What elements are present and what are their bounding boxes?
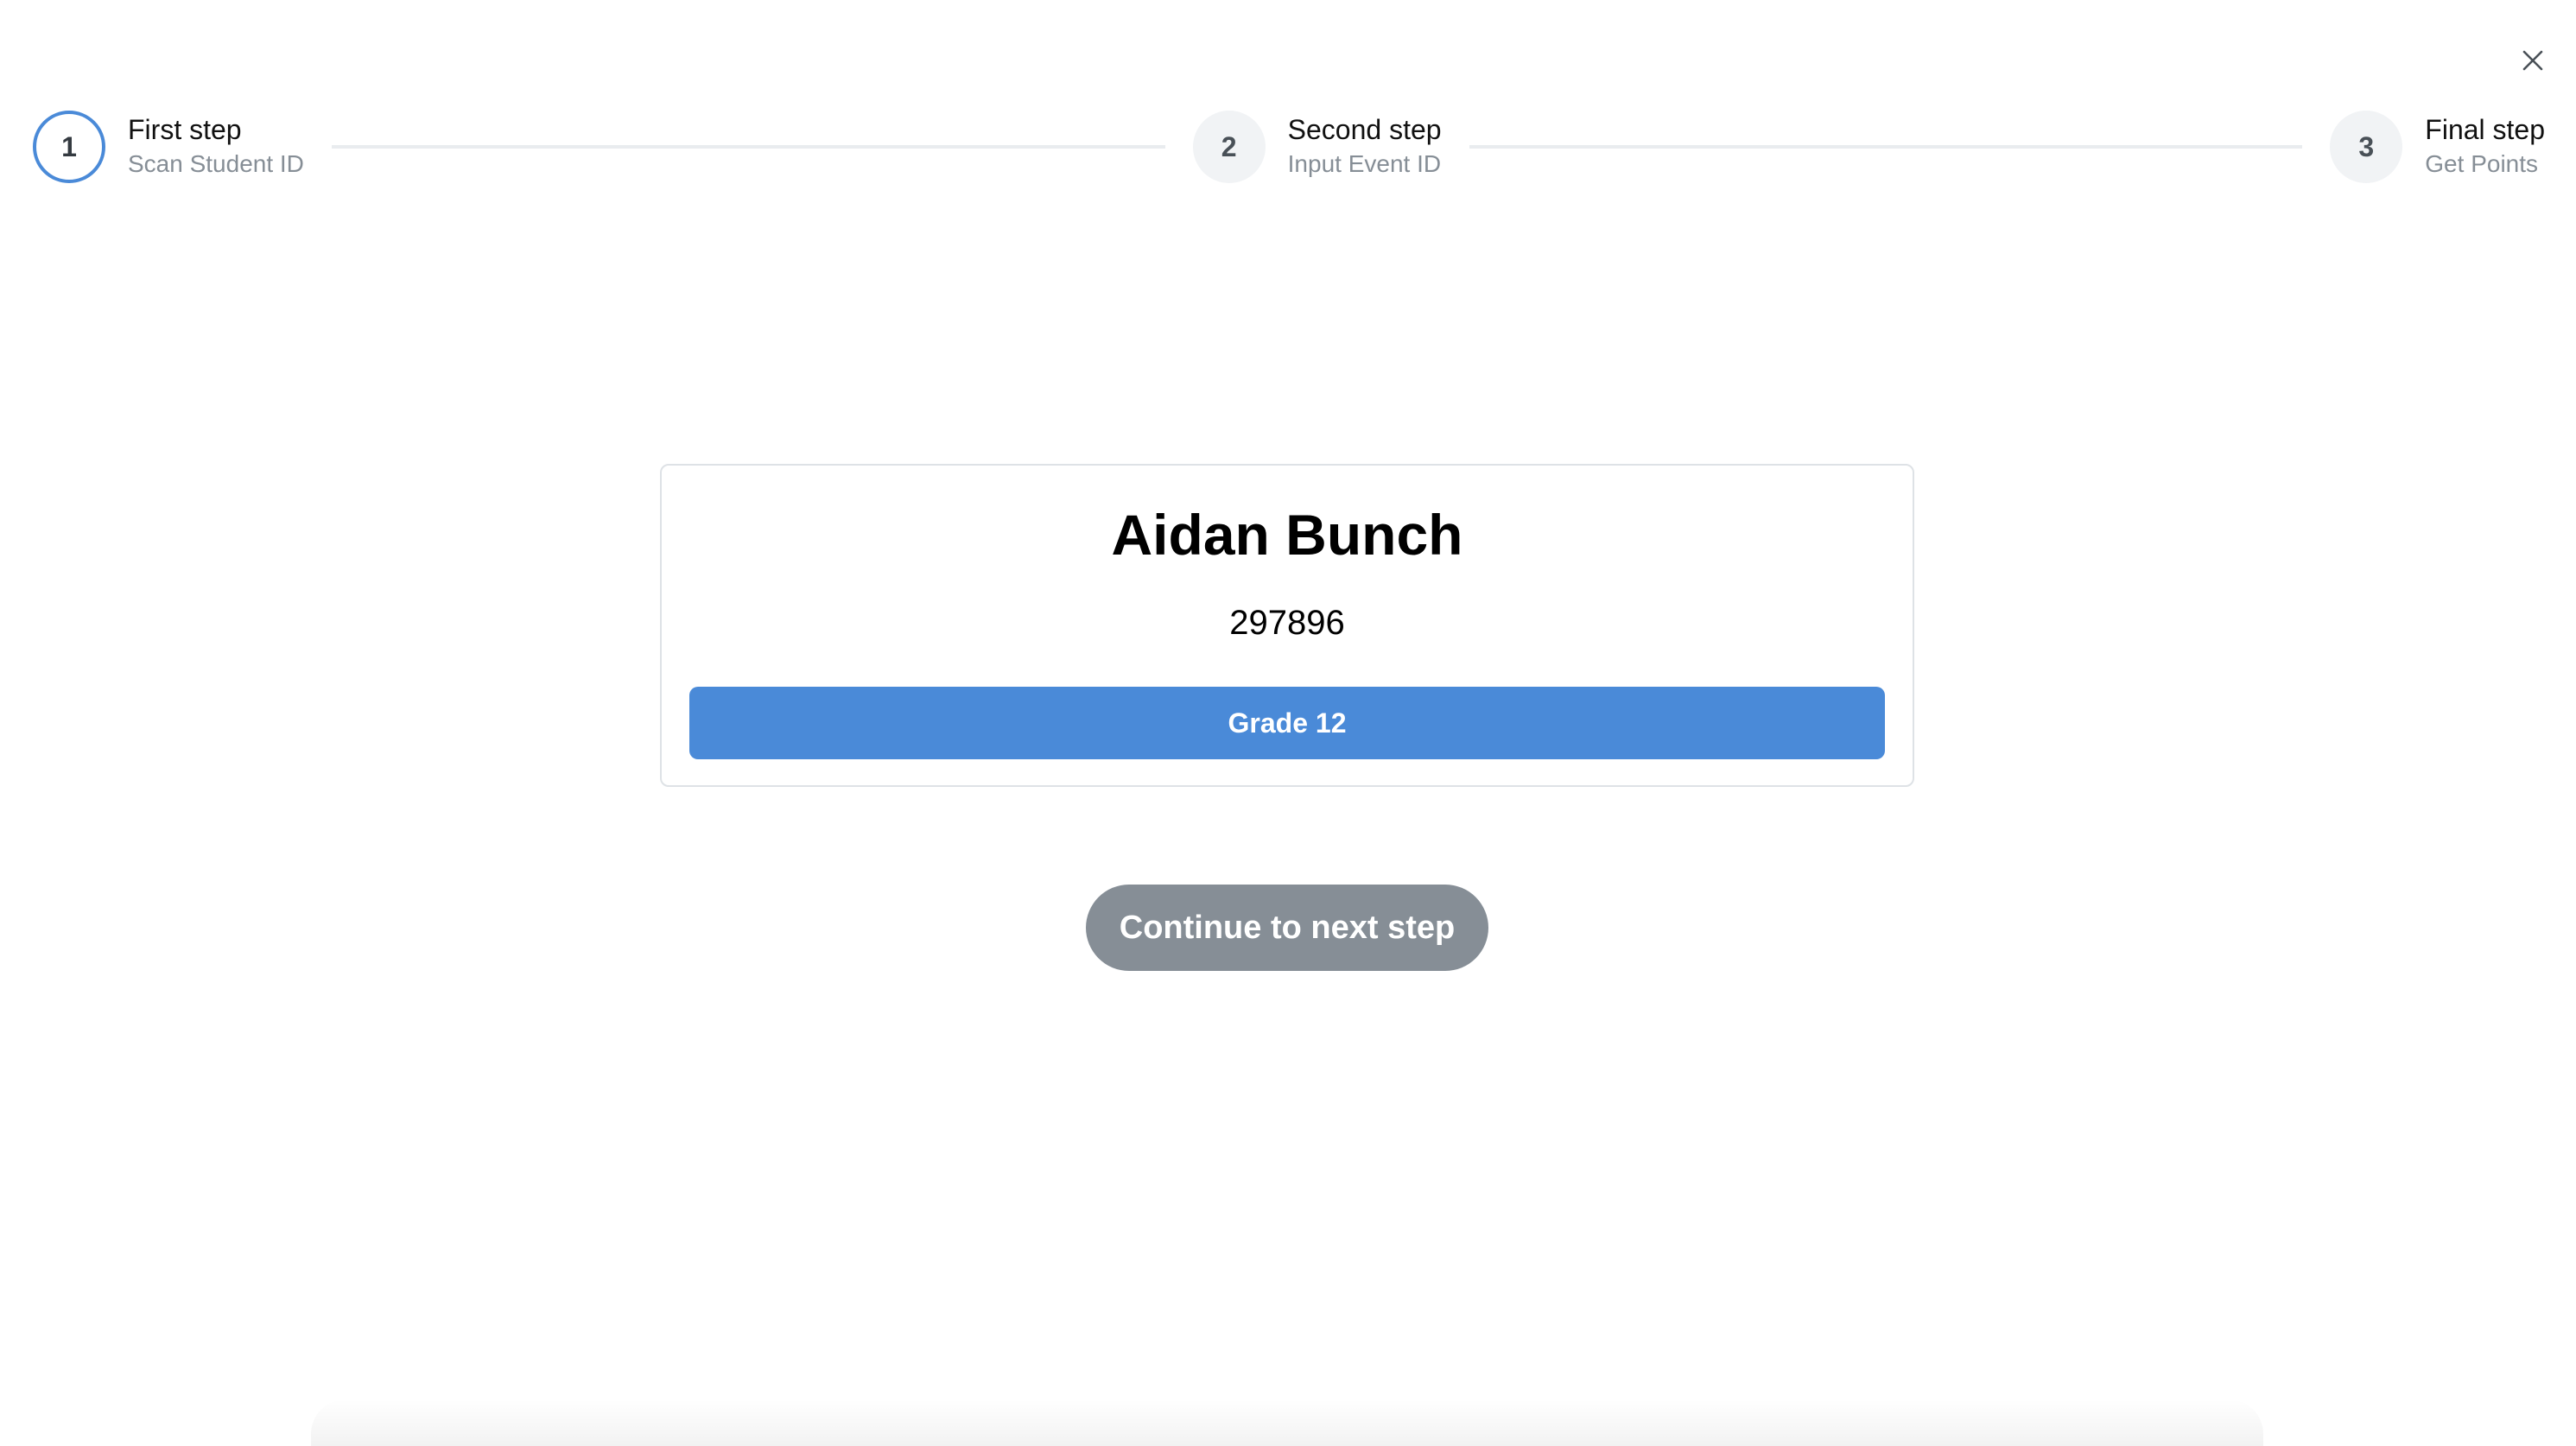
student-id: 297896 [1229, 604, 1345, 642]
step-separator-1 [331, 145, 1165, 149]
step-3-title: Final step [2425, 114, 2546, 145]
step-1-description: Scan Student ID [128, 150, 304, 177]
step-1[interactable]: 1 First step Scan Student ID [33, 111, 304, 183]
bottom-shadow [311, 1399, 2263, 1446]
step-3-text: Final step Get Points [2425, 112, 2545, 181]
step-3-description: Get Points [2425, 150, 2539, 177]
step-1-title: First step [128, 114, 242, 145]
step-1-circle: 1 [33, 111, 105, 183]
student-card: Aidan Bunch 297896 Grade 12 [660, 464, 1914, 787]
step-1-text: First step Scan Student ID [128, 112, 304, 181]
step-2[interactable]: 2 Second step Input Event ID [1192, 111, 1442, 183]
step-3[interactable]: 3 Final step Get Points [2330, 111, 2545, 183]
stepper-modal: 1 First step Scan Student ID 2 Second st… [0, 0, 2576, 1446]
step-separator-2 [1469, 145, 2303, 149]
continue-button[interactable]: Continue to next step [1086, 885, 1488, 971]
grade-button[interactable]: Grade 12 [689, 687, 1885, 759]
step-2-circle: 2 [1192, 111, 1266, 183]
step-2-text: Second step Input Event ID [1288, 112, 1442, 181]
step-2-description: Input Event ID [1287, 150, 1442, 177]
close-icon [2522, 50, 2543, 71]
stepper: 1 First step Scan Student ID 2 Second st… [33, 109, 2545, 185]
student-name: Aidan Bunch [1111, 503, 1463, 567]
close-button[interactable] [2514, 41, 2552, 79]
step-3-circle: 3 [2330, 111, 2403, 183]
step-2-title: Second step [1287, 114, 1442, 145]
